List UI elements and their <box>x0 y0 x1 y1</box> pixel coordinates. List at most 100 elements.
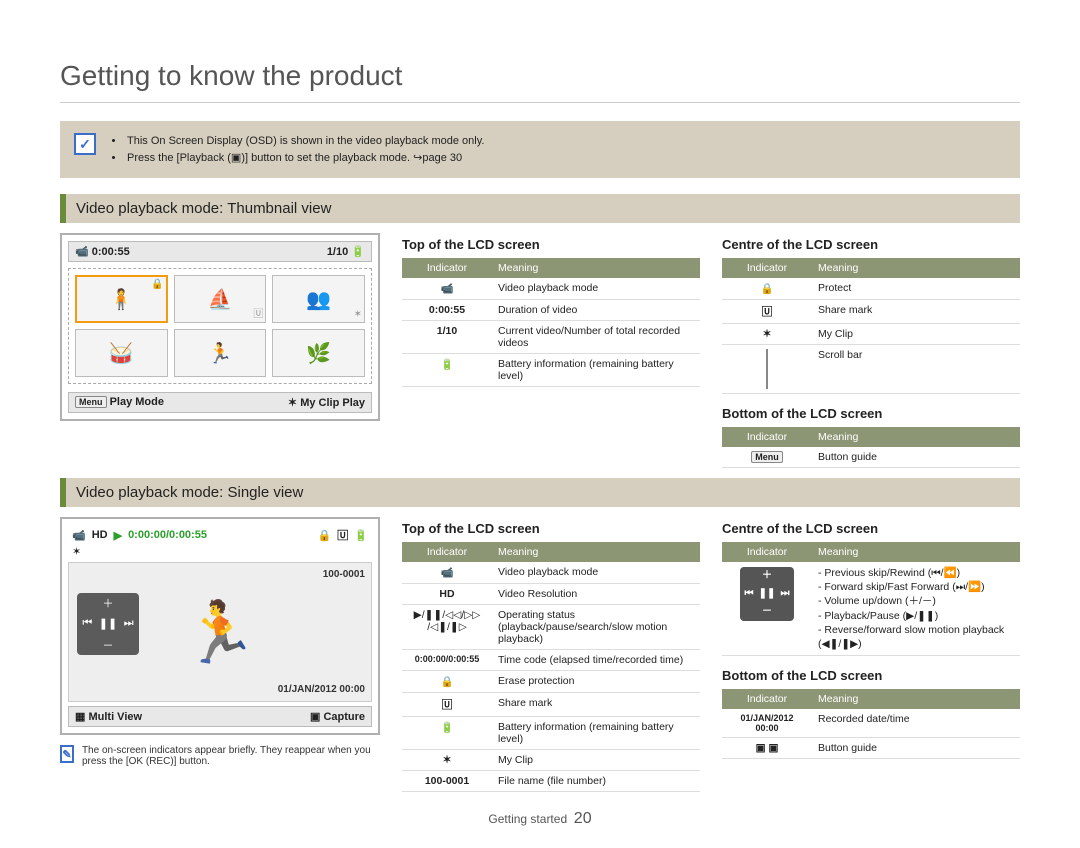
indicator-cell: 0:00:55 <box>402 300 492 321</box>
my-clip-play-label: My Clip Play <box>300 397 365 409</box>
video-mode-icon: 📹 <box>75 246 89 258</box>
myclip-icon: ✶ <box>288 397 297 409</box>
share-icon: 🅄 <box>337 527 348 543</box>
th-indicator: Indicator <box>722 542 812 562</box>
meaning-cell: Video Resolution <box>492 584 700 605</box>
indicator-cell: 🔋 <box>402 354 492 387</box>
capture-label: Capture <box>323 711 365 723</box>
timecode-label: 0:00:00/0:00:55 <box>128 529 207 541</box>
meaning-cell: Share mark <box>492 693 700 717</box>
meaning-cell: - Previous skip/Rewind (⏮/⏪) - Forward s… <box>812 562 1020 656</box>
meaning-cell: My Clip <box>492 750 700 771</box>
indicator-cell: ✶ <box>402 750 492 771</box>
meaning-cell: Time code (elapsed time/recorded time) <box>492 650 700 671</box>
thumbnail[interactable]: 🥁 <box>75 329 168 377</box>
meaning-cell: Recorded date/time <box>812 709 1020 738</box>
indicator-cell: Menu <box>722 447 812 468</box>
meaning-cell: Duration of video <box>492 300 700 321</box>
indicator-cell: 🔒 <box>722 278 812 300</box>
th-indicator: Indicator <box>722 427 812 447</box>
note-item: Press the [Playback (▣)] button to set t… <box>112 150 484 167</box>
s2-bottom-title: Bottom of the LCD screen <box>722 668 1020 683</box>
page-footer: Getting started 20 <box>60 810 1020 828</box>
footer-label: Getting started <box>488 812 567 826</box>
minus-icon: － <box>102 637 113 653</box>
hd-icon: HD <box>92 529 108 541</box>
s2-centre-table: IndicatorMeaning ＋ ⏮❚❚⏭ － - Previous ski… <box>722 542 1020 656</box>
date-label: 01/JAN/2012 00:00 <box>278 684 365 695</box>
tiny-note: ✎ The on-screen indicators appear briefl… <box>60 745 380 767</box>
thumbnail-grid: 🧍🔒 ⛵🅄 👥✶ 🥁 🏃 🌿 <box>68 268 372 384</box>
indicator-cell: ✶ <box>722 324 812 345</box>
indicator-cell: HD <box>402 584 492 605</box>
menu-pill: Menu <box>75 396 107 408</box>
tiny-note-text: The on-screen indicators appear briefly.… <box>82 745 380 767</box>
section-header-single: Video playback mode: Single view <box>60 478 1020 507</box>
myclip-icon: ✶ <box>72 546 81 558</box>
meaning-cell: Video playback mode <box>492 562 700 584</box>
meaning-cell: Scroll bar <box>812 345 1020 394</box>
meaning-cell: My Clip <box>812 324 1020 345</box>
single-screen: 📹 HD ▶ 0:00:00/0:00:55 🔒 🅄 🔋 ✶ 🏃 100-000… <box>60 517 380 735</box>
indicator-cell <box>722 345 812 394</box>
meaning-cell: Button guide <box>812 447 1020 468</box>
indicator-cell: 🔒 <box>402 671 492 693</box>
thumbnail[interactable]: 🧍🔒 <box>75 275 168 323</box>
meaning-cell: File name (file number) <box>492 771 700 792</box>
video-mode-icon: 📹 <box>72 529 86 542</box>
s1-bottom-title: Bottom of the LCD screen <box>722 406 1020 421</box>
th-meaning: Meaning <box>812 542 1020 562</box>
page-title: Getting to know the product <box>60 60 1020 103</box>
th-meaning: Meaning <box>492 258 700 278</box>
plus-icon: ＋ <box>102 595 113 611</box>
meaning-cell: Operating status (playback/pause/search/… <box>492 605 700 650</box>
prev-icon: ⏮ <box>82 617 92 630</box>
indicator-cell: 🅄 <box>402 693 492 717</box>
thumbnail[interactable]: 🏃 <box>174 329 267 377</box>
grid-icon: ▦ <box>75 711 85 723</box>
control-pad-icon: ＋ ⏮❚❚⏭ － <box>740 567 794 621</box>
note-item: This On Screen Display (OSD) is shown in… <box>112 133 484 150</box>
thumbnail[interactable]: 👥✶ <box>272 275 365 323</box>
counter-label: 1/10 <box>327 246 348 258</box>
meaning-cell: Button guide <box>812 738 1020 759</box>
indicator-cell: 📹 <box>402 562 492 584</box>
note-box: ✓ This On Screen Display (OSD) is shown … <box>60 121 1020 178</box>
s1-top-title: Top of the LCD screen <box>402 237 700 252</box>
indicator-cell: 🔋 <box>402 717 492 750</box>
indicator-cell: ▣ ▣ <box>722 738 812 759</box>
check-icon: ✓ <box>74 133 96 155</box>
th-meaning: Meaning <box>812 689 1020 709</box>
indicator-cell: ▶/❚❚/◁◁/▷▷ /◁❚/❚▷ <box>402 605 492 650</box>
s2-top-title: Top of the LCD screen <box>402 521 700 536</box>
s2-bottom-table: IndicatorMeaning 01/JAN/2012 00:00Record… <box>722 689 1020 759</box>
info-icon: ✎ <box>60 745 74 763</box>
file-number-label: 100-0001 <box>323 569 365 580</box>
section-header-thumbnail: Video playback mode: Thumbnail view <box>60 194 1020 223</box>
pause-icon: ❚❚ <box>99 617 117 630</box>
s1-centre-table: IndicatorMeaning 🔒Protect 🅄Share mark ✶M… <box>722 258 1020 394</box>
thumbnail[interactable]: ⛵🅄 <box>174 275 267 323</box>
s1-centre-title: Centre of the LCD screen <box>722 237 1020 252</box>
indicator-cell: 🅄 <box>722 300 812 324</box>
thumbnail[interactable]: 🌿 <box>272 329 365 377</box>
control-pad[interactable]: ＋ ⏮❚❚⏭ － <box>77 593 139 655</box>
indicator-cell: 📹 <box>402 278 492 300</box>
indicator-cell: 01/JAN/2012 00:00 <box>722 709 812 738</box>
th-meaning: Meaning <box>812 427 1020 447</box>
scrollbar-icon <box>766 349 768 389</box>
meaning-cell: Share mark <box>812 300 1020 324</box>
footer-page: 20 <box>574 810 592 827</box>
lock-icon: 🔒 <box>318 529 332 542</box>
capture-icon: ▣ <box>310 711 320 723</box>
th-indicator: Indicator <box>722 258 812 278</box>
multi-view-label: Multi View <box>88 711 142 723</box>
meaning-cell: Battery information (remaining battery l… <box>492 354 700 387</box>
meaning-cell: Current video/Number of total recorded v… <box>492 321 700 354</box>
th-meaning: Meaning <box>492 542 700 562</box>
th-indicator: Indicator <box>722 689 812 709</box>
meaning-cell: Battery information (remaining battery l… <box>492 717 700 750</box>
thumbnail-screen: 📹 0:00:55 1/10 🔋 🧍🔒 ⛵🅄 👥✶ 🥁 🏃 🌿 Menu Pla… <box>60 233 380 421</box>
indicator-cell: 0:00:00/0:00:55 <box>402 650 492 671</box>
meaning-cell: Protect <box>812 278 1020 300</box>
